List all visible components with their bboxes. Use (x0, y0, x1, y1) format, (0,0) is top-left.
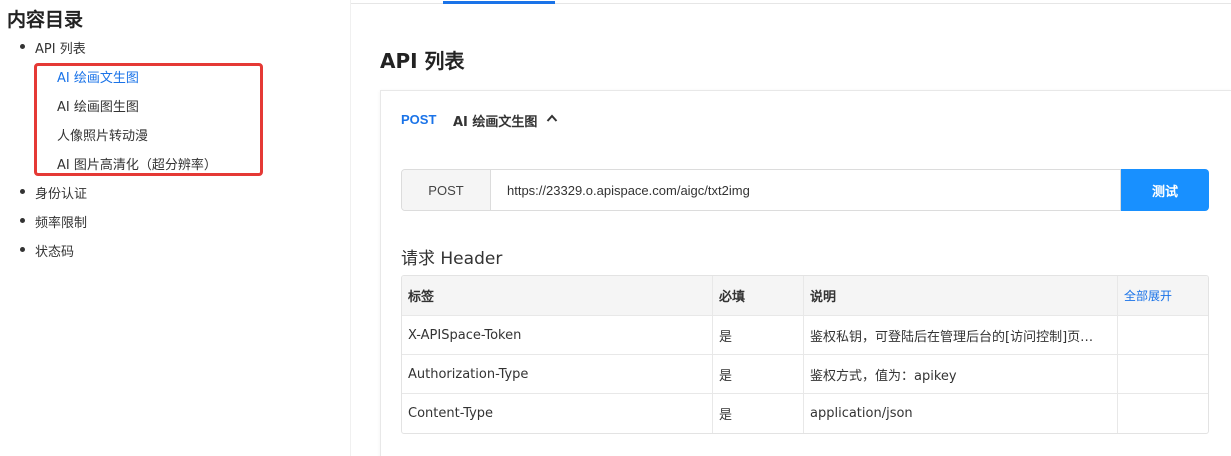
section-title: API 列表 (380, 49, 465, 73)
expand-all-cell: 全部展开 (1118, 276, 1208, 315)
expand-all-link[interactable]: 全部展开 (1124, 287, 1172, 304)
header-description-cell: application/json (804, 394, 1118, 433)
header-table: 标签 必填 说明 全部展开 X-APISpace-Token 是 鉴权私钥，可登… (401, 275, 1209, 434)
bullet-icon (20, 189, 25, 194)
empty-cell (1118, 316, 1208, 354)
table-row: Content-Type 是 application/json (402, 394, 1208, 433)
header-description-cell: 鉴权方式，值为：apikey (804, 355, 1118, 393)
active-tab-indicator[interactable] (443, 1, 555, 4)
table-of-contents: 内容目录 API 列表 AI 绘画文生图 AI 绘画图生图 人像照片转动漫 AI… (0, 0, 350, 456)
table-row: X-APISpace-Token 是 鉴权私钥，可登陆后在管理后台的[访问控制]… (402, 316, 1208, 355)
column-header-required: 必填 (713, 276, 804, 315)
chevron-up-icon[interactable] (546, 113, 558, 123)
empty-cell (1118, 394, 1208, 433)
header-name-cell: X-APISpace-Token (402, 316, 713, 354)
column-header-tag: 标签 (402, 276, 713, 315)
header-description-cell: 鉴权私钥，可登陆后在管理后台的[访问控制]页… (804, 316, 1118, 354)
request-url-input[interactable] (491, 170, 1120, 210)
bullet-icon (20, 218, 25, 223)
toc-sub-item-portrait-anime[interactable]: 人像照片转动漫 (57, 125, 148, 144)
table-header-row: 标签 必填 说明 全部展开 (402, 276, 1208, 316)
toc-sub-item-img2img[interactable]: AI 绘画图生图 (57, 96, 139, 115)
request-method-label: POST (402, 170, 491, 210)
table-row: Authorization-Type 是 鉴权方式，值为：apikey (402, 355, 1208, 394)
empty-cell (1118, 355, 1208, 393)
request-header-title: 请求 Header (401, 249, 503, 269)
toc-item-api-list[interactable]: API 列表 (35, 38, 86, 57)
toc-sub-item-super-resolution[interactable]: AI 图片高清化（超分辨率） (57, 154, 217, 173)
header-name-cell: Authorization-Type (402, 355, 713, 393)
header-name-cell: Content-Type (402, 394, 713, 433)
header-required-cell: 是 (713, 316, 804, 354)
toc-sub-item-txt2img[interactable]: AI 绘画文生图 (57, 67, 139, 86)
request-url-bar: POST (401, 169, 1121, 211)
bullet-icon (20, 44, 25, 49)
divider (350, 0, 351, 456)
bullet-icon (20, 247, 25, 252)
header-description-text: 鉴权私钥，可登陆后在管理后台的[访问控制]页… (810, 329, 1094, 345)
endpoint-name[interactable]: AI 绘画文生图 (453, 111, 537, 130)
column-header-description: 说明 (804, 276, 1118, 315)
toc-item-status-codes[interactable]: 状态码 (35, 241, 74, 260)
toc-title: 内容目录 (7, 9, 84, 31)
header-required-cell: 是 (713, 394, 804, 433)
header-required-cell: 是 (713, 355, 804, 393)
toc-item-rate-limit[interactable]: 频率限制 (35, 212, 87, 231)
test-button[interactable]: 测试 (1121, 169, 1209, 211)
toc-item-auth[interactable]: 身份认证 (35, 183, 87, 202)
endpoint-method-tag: POST (401, 112, 437, 127)
